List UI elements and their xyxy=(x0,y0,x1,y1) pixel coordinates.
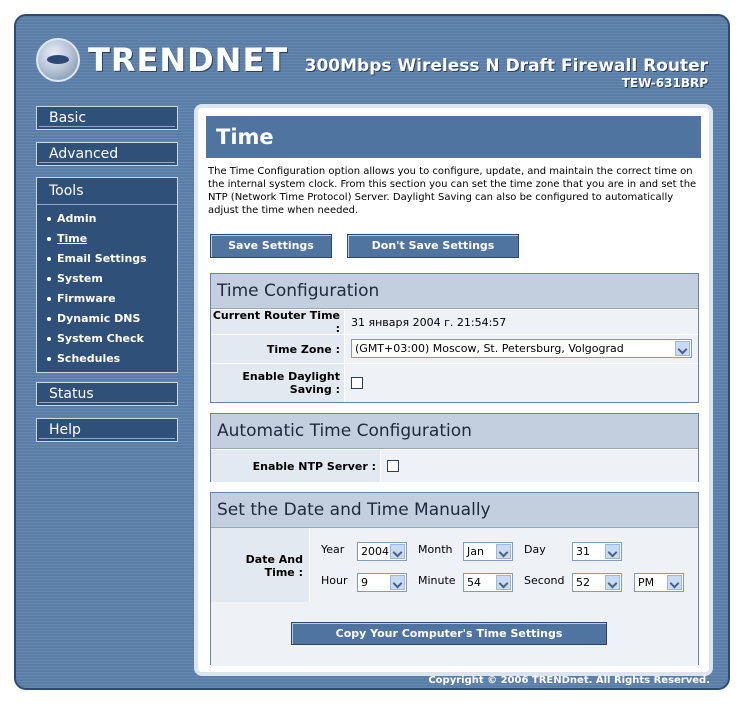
menu-item-system-check[interactable]: System Check xyxy=(37,329,177,349)
chevron-down-icon xyxy=(605,544,620,559)
year-select[interactable]: 2004 xyxy=(357,542,407,561)
month-label: Month xyxy=(418,543,453,556)
router-frame: TRENDNET 300Mbps Wireless N Draft Firewa… xyxy=(14,14,730,690)
current-time-value: 31 января 2004 г. 21:54:57 xyxy=(345,310,698,334)
bullet-icon xyxy=(47,277,51,281)
chevron-down-icon xyxy=(496,544,511,559)
daylight-cell xyxy=(345,364,698,402)
trendnet-logo: TRENDNET xyxy=(36,36,288,84)
dont-save-settings-button[interactable]: Don't Save Settings xyxy=(347,234,519,258)
tools-submenu: Admin Time Email Settings System Firmwar… xyxy=(37,209,177,369)
time-configuration-section: Time Configuration Current Router Time :… xyxy=(210,273,699,403)
copyright-text: Copyright © 2006 TRENDnet. All Rights Re… xyxy=(428,675,710,686)
manual-time-heading: Set the Date and Time Manually xyxy=(211,493,698,528)
automatic-time-section: Automatic Time Configuration Enable NTP … xyxy=(210,413,699,482)
bullet-icon xyxy=(47,337,51,341)
menu-item-firmware[interactable]: Firmware xyxy=(37,289,177,309)
chevron-down-icon xyxy=(675,341,690,356)
minute-label: Minute xyxy=(418,574,456,587)
chevron-down-icon xyxy=(667,575,682,590)
year-label: Year xyxy=(321,543,345,556)
bullet-icon xyxy=(47,257,51,261)
chevron-down-icon xyxy=(496,575,511,590)
bullet-icon xyxy=(47,317,51,321)
chevron-down-icon xyxy=(390,544,405,559)
bullet-icon xyxy=(47,237,51,241)
menu-item-email-settings[interactable]: Email Settings xyxy=(37,249,177,269)
timezone-label: Time Zone : xyxy=(211,335,345,363)
hour-label: Hour xyxy=(321,574,348,587)
menu-item-admin[interactable]: Admin xyxy=(37,209,177,229)
bullet-icon xyxy=(47,297,51,301)
nav-advanced[interactable]: Advanced xyxy=(36,142,178,166)
ntp-row: Enable NTP Server : xyxy=(211,449,698,482)
nav-tools[interactable]: Tools xyxy=(37,178,177,205)
ampm-select[interactable]: PM xyxy=(634,573,684,592)
chevron-down-icon xyxy=(390,575,405,590)
current-time-row: Current Router Time : 31 января 2004 г. … xyxy=(211,309,698,335)
ntp-label: Enable NTP Server : xyxy=(211,450,381,482)
day-label: Day xyxy=(524,543,546,556)
ntp-cell xyxy=(381,450,698,482)
intro-text: The Time Configuration option allows you… xyxy=(208,166,697,216)
date-time-label: Date And Time : xyxy=(245,553,303,579)
logo-text: TRENDNET xyxy=(88,41,289,79)
ntp-checkbox[interactable] xyxy=(387,460,399,472)
timezone-row: Time Zone : (GMT+03:00) Moscow, St. Pete… xyxy=(211,334,698,363)
menu-item-system[interactable]: System xyxy=(37,269,177,289)
content-panel: Time The Time Configuration option allow… xyxy=(194,104,713,676)
bullet-icon xyxy=(47,217,51,221)
chevron-down-icon xyxy=(605,575,620,590)
timezone-select[interactable]: (GMT+03:00) Moscow, St. Petersburg, Volg… xyxy=(351,339,692,358)
nav-help[interactable]: Help xyxy=(36,418,178,442)
manual-time-body: Date And Time : Year 2004 Month Jan Day … xyxy=(211,528,698,666)
bullet-icon xyxy=(47,357,51,361)
save-settings-button[interactable]: Save Settings xyxy=(210,234,332,258)
timezone-cell: (GMT+03:00) Moscow, St. Petersburg, Volg… xyxy=(345,335,698,363)
manual-time-section: Set the Date and Time Manually Date And … xyxy=(210,492,699,666)
daylight-checkbox[interactable] xyxy=(351,377,363,389)
daylight-row: Enable Daylight Saving : xyxy=(211,363,698,402)
month-select[interactable]: Jan xyxy=(463,542,513,561)
nav-status[interactable]: Status xyxy=(36,382,178,406)
page-title: Time xyxy=(206,116,701,158)
automatic-time-heading: Automatic Time Configuration xyxy=(211,414,698,449)
current-time-label: Current Router Time : xyxy=(211,309,345,335)
second-select[interactable]: 52 xyxy=(572,573,622,592)
tools-menu: Tools Admin Time Email Settings System F… xyxy=(36,177,178,373)
menu-item-schedules[interactable]: Schedules xyxy=(37,349,177,369)
nav-basic[interactable]: Basic xyxy=(36,106,178,130)
copy-computer-time-button[interactable]: Copy Your Computer's Time Settings xyxy=(291,622,607,645)
second-label: Second xyxy=(524,574,565,587)
daylight-label: Enable Daylight Saving : xyxy=(211,364,345,402)
logo-icon xyxy=(36,38,80,82)
menu-item-dynamic-dns[interactable]: Dynamic DNS xyxy=(37,309,177,329)
header: TRENDNET 300Mbps Wireless N Draft Firewa… xyxy=(16,16,728,102)
hour-select[interactable]: 9 xyxy=(357,573,407,592)
time-configuration-heading: Time Configuration xyxy=(211,274,698,309)
product-title: 300Mbps Wireless N Draft Firewall Router xyxy=(304,56,708,76)
day-select[interactable]: 31 xyxy=(572,542,622,561)
menu-item-time[interactable]: Time xyxy=(37,229,177,249)
minute-select[interactable]: 54 xyxy=(463,573,513,592)
model-number: TEW-631BRP xyxy=(621,76,708,90)
